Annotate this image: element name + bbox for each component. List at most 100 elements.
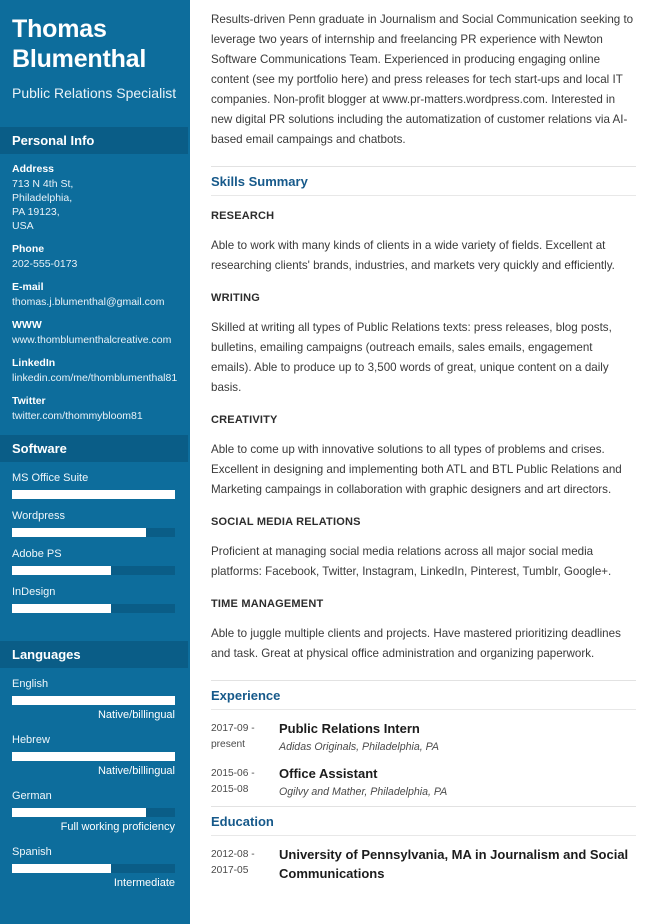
skill-bar-label: Adobe PS bbox=[12, 548, 62, 560]
personal-info-value-line: 202-555-0173 bbox=[12, 258, 78, 270]
section-title-education: Education bbox=[211, 806, 636, 836]
timeline-entry: 2017-09 - present Public Relations Intern… bbox=[211, 719, 636, 755]
entry-organization: Adidas Originals, Philadelphia, PA bbox=[279, 741, 439, 753]
personal-info-value: twitter.com/thommybloom81 bbox=[12, 409, 178, 423]
skill-bar-fill bbox=[12, 696, 175, 705]
skill-bar-label: Hebrew bbox=[12, 734, 50, 746]
personal-info-value-line: PA 19123, bbox=[12, 206, 60, 218]
skill-bar-label: MS Office Suite bbox=[12, 472, 89, 484]
skill-block: CREATIVITY Able to come up with innovativ… bbox=[211, 414, 636, 500]
personal-info-label: Phone bbox=[12, 243, 45, 255]
skill-bar-item: Hebrew Native/billingual bbox=[12, 733, 178, 779]
skill-block: TIME MANAGEMENT Able to juggle multiple c… bbox=[211, 598, 636, 664]
personal-info-item: Address 713 N 4th St, Philadelphia, PA 1912… bbox=[12, 162, 178, 233]
skill-description: Able to juggle multiple clients and proj… bbox=[211, 627, 621, 660]
skill-bar-label: Spanish bbox=[12, 846, 52, 858]
entry-role: Office Assistant bbox=[279, 766, 378, 781]
personal-info-item: E-mail thomas.j.blumenthal@gmail.com bbox=[12, 280, 178, 309]
skill-bar-label: InDesign bbox=[12, 586, 56, 598]
skill-description: Able to work with many kinds of clients … bbox=[211, 239, 615, 272]
main-content: Results-driven Penn graduate in Journali… bbox=[190, 0, 648, 924]
personal-info-value-line: Philadelphia, bbox=[12, 192, 73, 204]
personal-info-value: 713 N 4th St, Philadelphia, PA 19123, USA bbox=[12, 177, 178, 233]
skill-description: Proficient at managing social media rela… bbox=[211, 545, 612, 578]
personal-info-value-line: www.thomblumenthalcreative.com bbox=[12, 334, 172, 346]
skill-name: SOCIAL MEDIA RELATIONS bbox=[211, 516, 361, 528]
skills-list: RESEARCH Able to work with many kinds of … bbox=[211, 210, 636, 664]
page-title: Thomas Blumenthal bbox=[12, 15, 147, 73]
personal-info-value: thomas.j.blumenthal@gmail.com bbox=[12, 295, 178, 309]
skill-block: WRITING Skilled at writing all types of P… bbox=[211, 292, 636, 398]
skill-description: Skilled at writing all types of Public R… bbox=[211, 321, 612, 394]
personal-info-value: www.thomblumenthalcreative.com bbox=[12, 333, 178, 347]
timeline-entry: 2015-06 - 2015-08 Office Assistant Ogilvy … bbox=[211, 764, 636, 800]
software-bars-list: MS Office Suite Wordpress Adobe PS InDesign bbox=[0, 462, 190, 629]
entry-role: Public Relations Intern bbox=[279, 721, 420, 736]
skill-bar-track bbox=[12, 696, 175, 705]
personal-info-label: Address bbox=[12, 163, 55, 175]
entry-organization: Ogilvy and Mather, Philadelphia, PA bbox=[279, 786, 448, 798]
experience-list: 2017-09 - present Public Relations Intern… bbox=[211, 719, 636, 800]
personal-info-item: Phone 202-555-0173 bbox=[12, 242, 178, 271]
personal-info-value: 202-555-0173 bbox=[12, 257, 178, 271]
language-level: Native/billingual bbox=[97, 765, 175, 777]
skill-bar-fill bbox=[12, 604, 112, 613]
skill-bar-label: English bbox=[12, 678, 49, 690]
personal-info-value-line: 713 N 4th St, bbox=[12, 178, 74, 190]
skill-bar-item: MS Office Suite bbox=[12, 471, 178, 499]
skill-bar-item: English Native/billingual bbox=[12, 677, 178, 723]
personal-info-value-line: linkedin.com/me/thomblumenthal81 bbox=[12, 372, 178, 384]
skill-bar-fill bbox=[12, 752, 175, 761]
skills-summary-section: Skills Summary RESEARCH Able to work with… bbox=[211, 166, 636, 664]
education-section: Education 2012-08 - 2017-05 University of… bbox=[211, 806, 636, 885]
skill-description: Able to come up with innovative solution… bbox=[211, 443, 622, 496]
skill-block: RESEARCH Able to work with many kinds of … bbox=[211, 210, 636, 276]
skill-bar-label: Wordpress bbox=[12, 510, 65, 522]
section-title-experience: Experience bbox=[211, 680, 636, 710]
entry-date: 2015-06 - 2015-08 bbox=[211, 768, 255, 795]
personal-info-label: E-mail bbox=[12, 281, 44, 293]
skill-bar-item: German Full working proficiency bbox=[12, 789, 178, 835]
skill-bar-fill bbox=[12, 566, 112, 575]
entry-body: Office Assistant Ogilvy and Mather, Phila… bbox=[279, 764, 636, 800]
professional-summary: Results-driven Penn graduate in Journali… bbox=[211, 13, 634, 146]
timeline-entry: 2012-08 - 2017-05 University of Pennsylva… bbox=[211, 845, 636, 885]
personal-info-list: Address 713 N 4th St, Philadelphia, PA 1912… bbox=[0, 154, 190, 423]
language-level: Intermediate bbox=[113, 877, 175, 889]
languages-bars-list: English Native/billingual Hebrew Native/bil… bbox=[0, 668, 190, 907]
skill-bar-track bbox=[12, 604, 175, 613]
skill-block: SOCIAL MEDIA RELATIONS Proficient at mana… bbox=[211, 516, 636, 582]
language-level: Full working proficiency bbox=[60, 821, 175, 833]
skill-bar-track bbox=[12, 490, 175, 499]
section-header-languages: Languages bbox=[0, 641, 188, 668]
section-title-skills-summary: Skills Summary bbox=[211, 166, 636, 196]
skill-bar-track bbox=[12, 528, 175, 537]
entry-body: Public Relations Intern Adidas Originals,… bbox=[279, 719, 636, 755]
skill-bar-track bbox=[12, 752, 175, 761]
personal-info-label: LinkedIn bbox=[12, 357, 56, 369]
section-header-software: Software bbox=[0, 435, 188, 462]
personal-info-value-line: twitter.com/thommybloom81 bbox=[12, 410, 143, 422]
skill-bar-item: Wordpress bbox=[12, 509, 178, 537]
language-level: Native/billingual bbox=[97, 709, 175, 721]
experience-section: Experience 2017-09 - present Public Relat… bbox=[211, 680, 636, 800]
skill-bar-item: Spanish Intermediate bbox=[12, 845, 178, 891]
resume-page: Thomas Blumenthal Public Relations Speci… bbox=[0, 0, 648, 924]
skill-bar-fill bbox=[12, 808, 146, 817]
personal-info-item: Twitter twitter.com/thommybloom81 bbox=[12, 394, 178, 423]
skill-bar-item: Adobe PS bbox=[12, 547, 178, 575]
education-list: 2012-08 - 2017-05 University of Pennsylva… bbox=[211, 845, 636, 885]
job-title: Public Relations Specialist bbox=[12, 85, 177, 101]
entry-role: University of Pennsylvania, MA in Journa… bbox=[279, 847, 629, 881]
skill-name: CREATIVITY bbox=[211, 414, 278, 426]
personal-info-label: WWW bbox=[12, 319, 42, 331]
skill-bar-label: German bbox=[12, 790, 52, 802]
skill-bar-fill bbox=[12, 864, 112, 873]
entry-date: 2017-09 - present bbox=[211, 723, 255, 750]
sidebar: Thomas Blumenthal Public Relations Speci… bbox=[0, 0, 190, 924]
skill-name: TIME MANAGEMENT bbox=[211, 598, 324, 610]
skill-bar-item: InDesign bbox=[12, 585, 178, 613]
entry-date: 2012-08 - 2017-05 bbox=[211, 849, 255, 876]
personal-info-item: WWW www.thomblumenthalcreative.com bbox=[12, 318, 178, 347]
personal-info-item: LinkedIn linkedin.com/me/thomblumenthal81 bbox=[12, 356, 178, 385]
